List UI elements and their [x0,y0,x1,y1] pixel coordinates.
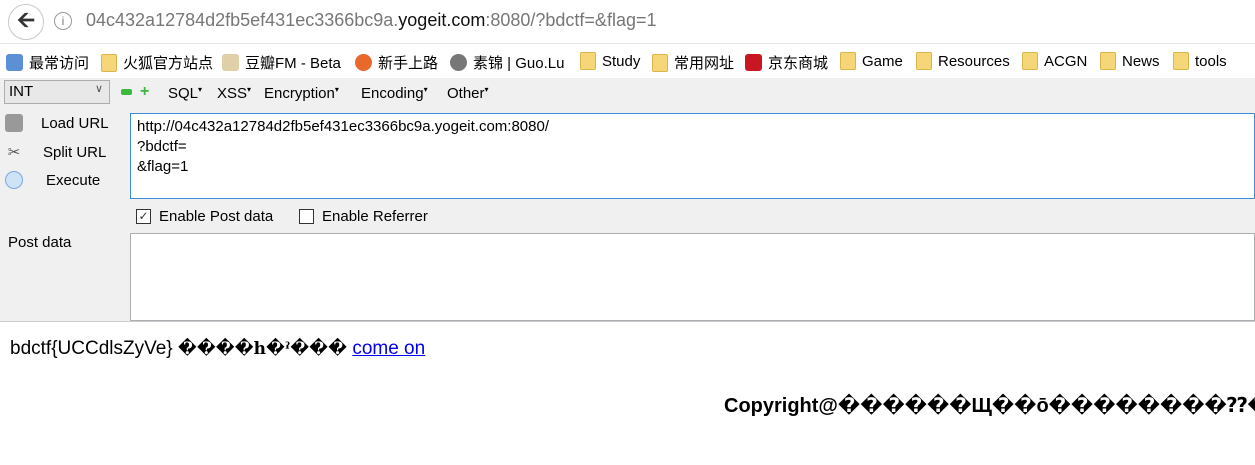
split-url-label: Split URL [43,143,107,161]
bookmark-label: tools [1195,52,1227,70]
bookmark-label: News [1122,52,1160,70]
url-subdomain: 04c432a12784d2fb5ef431ec3366bc9a. [86,10,399,30]
bookmark-label: 京东商城 [768,55,829,72]
bookmark-jd[interactable]: 京东商城 [745,52,828,73]
flag-text: bdctf{UCCdlsZyVe} [10,338,173,359]
page-output: bdctf{UCCdlsZyVe} ����h�ˀ��� come on [10,338,425,360]
execute-label: Execute [46,171,101,189]
bookmark-label: Game [862,52,903,70]
bookmark-news[interactable]: News [1100,52,1160,70]
menu-xss[interactable]: XSS▾ [217,85,251,102]
douban-icon [222,54,239,71]
increase-icon[interactable]: + [140,83,149,101]
folder-icon [840,52,856,70]
bookmarks-toolbar: 最常访问 火狐官方站点 豆瓣FM - Beta 新手上路 素锦 | Guo.Lu… [0,46,1255,76]
bookmark-study[interactable]: Study [580,52,640,70]
bookmark-label: Study [602,52,641,70]
post-data-textarea[interactable] [130,233,1255,321]
menu-label: Other [447,85,485,102]
bookmark-label: Resources [938,52,1010,70]
bookmark-label: 常用网址 [674,55,735,72]
arrow-left-icon: 🡨 [17,7,35,32]
enable-post-label: Enable Post data [159,208,274,225]
play-icon [5,171,23,189]
enable-post-checkbox[interactable]: ✓ Enable Post data [136,208,273,225]
url-input[interactable]: 04c432a12784d2fb5ef431ec3366bc9a.yogeit.… [86,10,656,31]
address-bar: 🡨 i 04c432a12784d2fb5ef431ec3366bc9a.yog… [0,0,1255,44]
bookmark-guolu[interactable]: 素锦 | Guo.Lu [450,52,564,73]
execute-button[interactable]: Execute [0,171,100,189]
bookmark-label: 新手上路 [378,55,439,72]
checkbox-empty [299,209,314,224]
bookmark-getting-started[interactable]: 新手上路 [355,52,438,73]
firefox-icon [355,54,372,71]
menu-other[interactable]: Other▾ [447,85,489,102]
bookmark-tools[interactable]: tools [1173,52,1227,70]
menu-label: XSS [217,85,248,102]
bookmark-common-sites[interactable]: 常用网址 [652,52,734,73]
info-icon[interactable]: i [54,12,72,30]
folder-icon [652,53,668,72]
bookmark-label: 素锦 | Guo.Lu [473,55,565,72]
decrease-icon[interactable] [121,89,132,95]
folder-icon [1022,52,1038,70]
load-icon [5,114,23,132]
type-select-value: INT [9,83,34,100]
folder-icon [1173,52,1189,70]
bookmark-label: 火狐官方站点 [123,55,214,72]
scissors-icon: ✂ [7,144,21,161]
load-url-button[interactable]: Load URL [0,114,109,132]
url-host: yogeit.com [398,10,486,30]
bookmark-resources[interactable]: Resources [916,52,1010,70]
folder-icon [101,53,117,72]
jd-icon [745,54,762,71]
folder-icon [916,52,932,70]
menu-encryption[interactable]: Encryption▾ [264,85,339,102]
url-path: :8080/?bdctf=&flag=1 [485,10,657,30]
folder-icon [1100,52,1116,70]
chevron-down-icon: ∨ [94,83,103,95]
bookmark-acgn[interactable]: ACGN [1022,52,1087,70]
bookmark-label: 豆瓣FM - Beta [245,55,341,72]
menu-sql[interactable]: SQL▾ [168,85,202,102]
bookmark-label: ACGN [1044,52,1088,70]
menu-label: SQL [168,85,199,102]
post-data-label: Post data [8,234,72,251]
type-select[interactable]: INT ∨ [4,80,110,104]
load-url-label: Load URL [41,114,109,132]
bookmark-game[interactable]: Game [840,52,903,70]
url-textarea[interactable]: http://04c432a12784d2fb5ef431ec3366bc9a.… [130,113,1255,199]
globe-icon [450,54,467,71]
enable-referrer-label: Enable Referrer [322,208,428,225]
bookmark-label: 最常访问 [29,55,90,72]
menu-label: Encoding [361,85,424,102]
folder-icon [580,52,596,70]
back-button[interactable]: 🡨 [8,4,44,40]
hackbar-panel: INT ∨ + SQL▾ XSS▾ Encryption▾ Encoding▾ O… [0,78,1255,322]
copyright-text: Copyright@������Щ��ō��������⁇�_ [724,395,1255,417]
menu-encoding[interactable]: Encoding▾ [361,85,428,102]
bookmark-most-visited[interactable]: 最常访问 [6,52,89,73]
checkmark-icon: ✓ [136,209,151,224]
split-url-button[interactable]: ✂ Split URL [0,143,107,162]
menu-label: Encryption [264,85,335,102]
come-on-link[interactable]: come on [352,338,425,359]
enable-referrer-checkbox[interactable]: Enable Referrer [299,208,428,225]
most-visited-icon [6,54,23,71]
bookmark-firefox-sites[interactable]: 火狐官方站点 [101,52,213,73]
garbled-text: ����h�ˀ��� [177,339,348,359]
bookmark-douban-fm[interactable]: 豆瓣FM - Beta [222,52,341,73]
